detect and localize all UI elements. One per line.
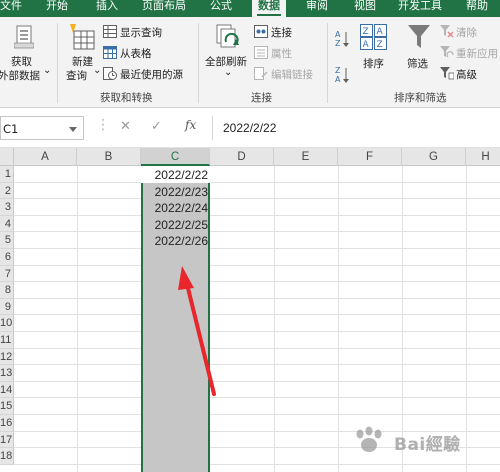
new-query-button[interactable]: 新建 查询 ⌄	[62, 19, 102, 85]
cancel-icon[interactable]: ✕	[120, 119, 131, 134]
filter-button[interactable]: 筛选	[401, 19, 437, 85]
formula-bar-grip-icon: ⋮	[96, 117, 110, 133]
show-queries-button[interactable]: 显示查询	[103, 24, 195, 40]
svg-text:Z: Z	[335, 39, 341, 48]
clear-filter-icon	[440, 25, 454, 38]
ribbon-separator	[198, 23, 199, 103]
watermark-text: Bai經驗	[394, 435, 461, 455]
sort-icon: Z A A Z	[360, 24, 387, 50]
from-table-button[interactable]: 从表格	[103, 45, 195, 61]
clear-filter-button[interactable]: 清除	[440, 24, 500, 40]
show-queries-icon	[103, 25, 117, 38]
svg-text:A: A	[363, 40, 370, 50]
worksheet-grid[interactable]: A B C D E F G H 1 2 3 4 5 6 7 8 9 10 11 12 13 14 15 16 1…	[0, 148, 500, 472]
watermark: Bai經驗	[350, 420, 500, 470]
advanced-filter-label: 高级	[456, 69, 477, 81]
get-data-label-2: 外部数据	[0, 70, 40, 82]
tab-file[interactable]: 文件	[0, 0, 22, 17]
name-box[interactable]: C1	[0, 116, 84, 140]
svg-text:Z: Z	[377, 40, 383, 50]
show-queries-label: 显示查询	[120, 27, 162, 39]
properties-icon	[254, 46, 268, 59]
reapply-button[interactable]: 重新应用	[440, 45, 500, 61]
tab-view[interactable]: 视图	[354, 0, 376, 17]
new-query-label-1: 新建	[72, 56, 93, 68]
tab-formulas[interactable]: 公式	[210, 0, 232, 17]
properties-label: 属性	[271, 48, 292, 60]
name-box-dropdown-icon[interactable]	[69, 127, 77, 132]
svg-text:A: A	[335, 75, 341, 84]
sort-label: 排序	[363, 58, 384, 70]
enter-icon[interactable]: ✓	[151, 119, 162, 134]
connections-label: 连接	[271, 27, 292, 39]
tab-home[interactable]: 开始	[46, 0, 68, 17]
group-label-sort-filter: 排序和筛选	[394, 92, 447, 104]
edit-links-button[interactable]: 编辑链接	[254, 66, 324, 82]
advanced-filter-icon	[440, 67, 454, 80]
svg-text:A: A	[377, 27, 384, 37]
edit-links-icon	[254, 67, 268, 80]
tab-developer[interactable]: 开发工具	[398, 0, 442, 17]
tab-review[interactable]: 审阅	[306, 0, 328, 17]
filter-label: 筛选	[407, 58, 428, 70]
edit-links-label: 编辑链接	[271, 69, 313, 81]
get-data-caret: ⌄	[43, 65, 52, 76]
formula-value: 2022/2/22	[223, 121, 277, 135]
svg-text:A: A	[335, 30, 341, 39]
group-label-get-transform: 获取和转换	[100, 92, 153, 104]
svg-text:Z: Z	[363, 27, 369, 37]
refresh-all-button[interactable]: 全部刷新 ⌄	[203, 19, 251, 85]
new-query-label-2: 查询	[66, 70, 87, 82]
connections-button[interactable]: 连接	[254, 24, 324, 40]
sort-ascending-icon[interactable]: A Z	[334, 29, 350, 49]
recent-sources-icon	[103, 67, 117, 80]
insert-function-icon[interactable]: fx	[185, 118, 196, 132]
get-data-label-1: 获取	[11, 56, 32, 68]
properties-button[interactable]: 属性	[254, 45, 324, 61]
new-query-caret: ⌄	[93, 65, 102, 76]
ribbon-data-tab: 获取 外部数据 ⌄ 新建 查询 ⌄ 显示查询 从表格 最近使用的源 获取和转换 …	[0, 17, 500, 108]
ribbon-separator	[57, 23, 58, 103]
clear-filter-label: 清除	[456, 27, 477, 39]
refresh-all-icon	[216, 24, 239, 48]
filter-funnel-icon	[408, 25, 430, 48]
recent-sources-button[interactable]: 最近使用的源	[103, 66, 195, 82]
svg-text:Z: Z	[335, 66, 341, 75]
tab-page-layout[interactable]: 页面布局	[142, 0, 186, 17]
from-table-label: 从表格	[120, 48, 152, 60]
reapply-label: 重新应用	[456, 48, 498, 60]
tab-data[interactable]: 数据	[252, 0, 286, 17]
ribbon-separator	[327, 23, 328, 103]
from-table-icon	[103, 46, 117, 59]
get-data-icon	[14, 25, 34, 49]
name-box-value: C1	[3, 122, 19, 136]
refresh-all-caret: ⌄	[224, 67, 233, 78]
connections-icon	[254, 25, 268, 38]
tab-insert[interactable]: 插入	[96, 0, 118, 17]
recent-sources-label: 最近使用的源	[120, 69, 183, 81]
get-external-data-button[interactable]: 获取 外部数据 ⌄	[0, 19, 54, 85]
group-label-connections: 连接	[251, 92, 272, 104]
reapply-icon	[440, 46, 454, 58]
ribbon-tab-bar: 文件 开始 插入 页面布局 公式 数据 审阅 视图 开发工具 帮助	[0, 0, 500, 17]
tab-help[interactable]: 帮助	[466, 0, 488, 17]
formula-input[interactable]: 2022/2/22	[212, 116, 500, 140]
baidu-paw-logo-icon	[356, 426, 382, 452]
sort-descending-icon[interactable]: Z A	[334, 65, 350, 85]
sort-button[interactable]: Z A A Z 排序	[356, 19, 392, 85]
new-query-icon	[70, 24, 95, 50]
advanced-filter-button[interactable]: 高级	[440, 66, 500, 82]
formula-bar: C1 ⋮ ✕ ✓ fx 2022/2/22	[0, 108, 500, 148]
